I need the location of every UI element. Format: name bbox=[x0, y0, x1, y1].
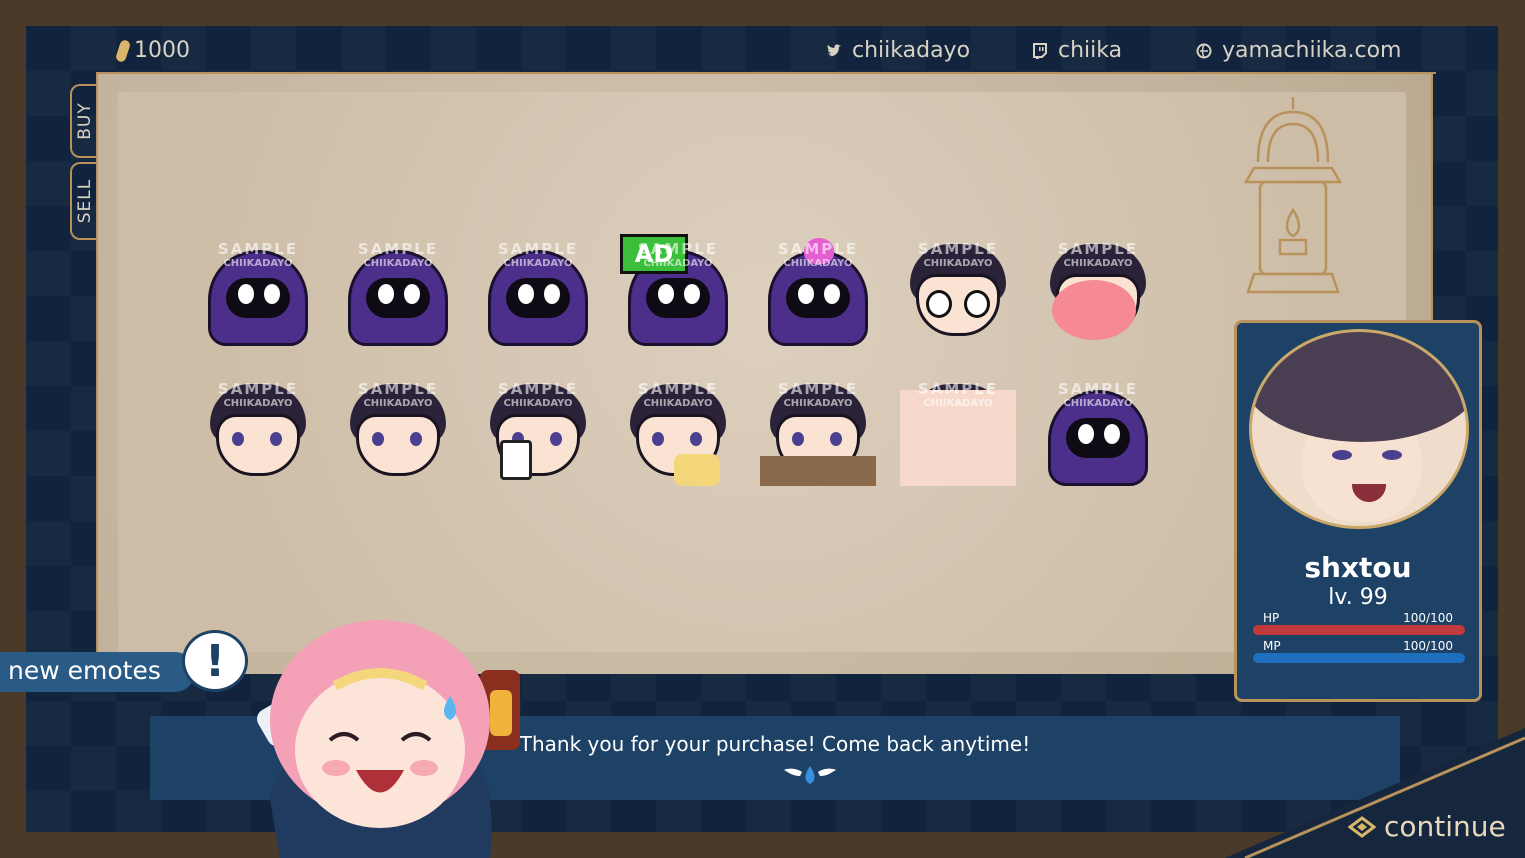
hp-bar bbox=[1253, 625, 1465, 635]
emote-tile[interactable]: SAMPLE CHIIKADAYO bbox=[900, 370, 1016, 486]
emote-watermark-sub: CHIIKADAYO bbox=[783, 258, 853, 269]
exclamation-bubble: ! bbox=[182, 630, 248, 692]
emote-watermark-sub: CHIIKADAYO bbox=[503, 398, 573, 409]
winged-drop-icon bbox=[784, 766, 836, 784]
emote-watermark: SAMPLE bbox=[497, 380, 579, 398]
emote-watermark-sub: CHIIKADAYO bbox=[643, 258, 713, 269]
new-emotes-label: new emotes bbox=[8, 656, 161, 685]
twitch-handle: chiika bbox=[1058, 38, 1123, 63]
emote-tile[interactable]: SAMPLE CHIIKADAYO bbox=[340, 230, 456, 346]
player-name: shxtou bbox=[1304, 551, 1412, 584]
emote-watermark-sub: CHIIKADAYO bbox=[223, 398, 293, 409]
emote-watermark: SAMPLE bbox=[357, 240, 439, 258]
emote-tile[interactable]: SAMPLE CHIIKADAYO bbox=[760, 230, 876, 346]
player-level: lv. 99 bbox=[1328, 585, 1388, 610]
emote-watermark-sub: CHIIKADAYO bbox=[223, 258, 293, 269]
tab-buy-label: BUY bbox=[75, 102, 95, 140]
emote-watermark: SAMPLE bbox=[637, 380, 719, 398]
emote-watermark-sub: CHIIKADAYO bbox=[363, 258, 433, 269]
emote-tile[interactable]: SAMPLE CHIIKADAYO bbox=[200, 230, 316, 346]
new-emotes-banner: new emotes bbox=[0, 652, 195, 692]
emote-watermark: SAMPLE bbox=[357, 380, 439, 398]
emote-watermark: SAMPLE bbox=[777, 380, 859, 398]
emote-watermark-sub: CHIIKADAYO bbox=[643, 398, 713, 409]
emote-tile[interactable]: SAMPLE CHIIKADAYO bbox=[1040, 230, 1156, 346]
continue-label: continue bbox=[1384, 810, 1506, 843]
player-avatar bbox=[1249, 329, 1469, 529]
mp-label: MP bbox=[1263, 639, 1281, 653]
emote-tile[interactable]: SAMPLE CHIIKADAYO bbox=[480, 230, 596, 346]
emote-tile[interactable]: SAMPLE CHIIKADAYO bbox=[620, 370, 736, 486]
emote-tile[interactable]: SAMPLE CHIIKADAYO bbox=[1040, 370, 1156, 486]
emote-watermark-sub: CHIIKADAYO bbox=[503, 258, 573, 269]
hp-label: HP bbox=[1263, 611, 1280, 625]
emote-tile[interactable]: SAMPLE CHIIKADAYO bbox=[480, 370, 596, 486]
coin-counter: 1000 bbox=[114, 38, 190, 63]
emote-tile[interactable]: SAMPLE CHIIKADAYO bbox=[900, 230, 1016, 346]
mp-bar bbox=[1253, 653, 1465, 663]
emote-tile[interactable]: SAMPLE CHIIKADAYO bbox=[760, 370, 876, 486]
continue-button[interactable]: continue bbox=[1348, 810, 1506, 843]
emote-watermark-sub: CHIIKADAYO bbox=[1063, 398, 1133, 409]
twitter-icon bbox=[827, 43, 841, 56]
mp-value: 100/100 bbox=[1403, 639, 1453, 653]
mascot-character bbox=[257, 620, 520, 858]
twitch-link[interactable]: chiika bbox=[1032, 38, 1122, 63]
emote-watermark-sub: CHIIKADAYO bbox=[923, 398, 993, 409]
tab-buy[interactable]: BUY bbox=[70, 84, 98, 158]
hp-value: 100/100 bbox=[1403, 611, 1453, 625]
emote-watermark-sub: CHIIKADAYO bbox=[363, 398, 433, 409]
emote-tile[interactable]: SAMPLE CHIIKADAYO bbox=[200, 370, 316, 486]
twitter-link[interactable]: chiikadayo bbox=[826, 38, 970, 63]
lantern-icon bbox=[1243, 97, 1343, 294]
emote-watermark-sub: CHIIKADAYO bbox=[1063, 258, 1133, 269]
emote-watermark: SAMPLE bbox=[777, 240, 859, 258]
website-link[interactable]: yamachiika.com bbox=[1196, 38, 1402, 63]
coin-icon bbox=[114, 38, 132, 63]
emote-watermark: SAMPLE bbox=[1057, 380, 1139, 398]
twitter-handle: chiikadayo bbox=[852, 38, 971, 63]
website-url: yamachiika.com bbox=[1222, 38, 1402, 63]
emote-watermark: SAMPLE bbox=[1057, 240, 1139, 258]
emote-watermark: SAMPLE bbox=[497, 240, 579, 258]
globe-icon bbox=[1196, 43, 1212, 58]
emote-tile[interactable]: AD SAMPLE CHIIKADAYO bbox=[620, 230, 736, 346]
top-bar: 1000 chiikadayo chiika yamachiika.com bbox=[26, 26, 1498, 78]
twitch-icon bbox=[1033, 42, 1047, 59]
emote-tile[interactable]: SAMPLE CHIIKADAYO bbox=[340, 370, 456, 486]
emote-watermark: SAMPLE bbox=[917, 240, 999, 258]
gold-border-right bbox=[1431, 72, 1433, 322]
emote-watermark: SAMPLE bbox=[637, 240, 719, 258]
player-profile-card: shxtou lv. 99 HP 100/100 MP 100/100 bbox=[1234, 320, 1482, 702]
emote-watermark: SAMPLE bbox=[217, 240, 299, 258]
emote-watermark-sub: CHIIKADAYO bbox=[783, 398, 853, 409]
emote-watermark: SAMPLE bbox=[917, 380, 999, 398]
tab-sell-label: SELL bbox=[75, 178, 96, 224]
tab-sell[interactable]: SELL bbox=[70, 162, 98, 240]
emote-watermark-sub: CHIIKADAYO bbox=[923, 258, 993, 269]
arrow-right-icon bbox=[1348, 815, 1376, 838]
emote-watermark: SAMPLE bbox=[217, 380, 299, 398]
coin-count: 1000 bbox=[134, 38, 190, 63]
